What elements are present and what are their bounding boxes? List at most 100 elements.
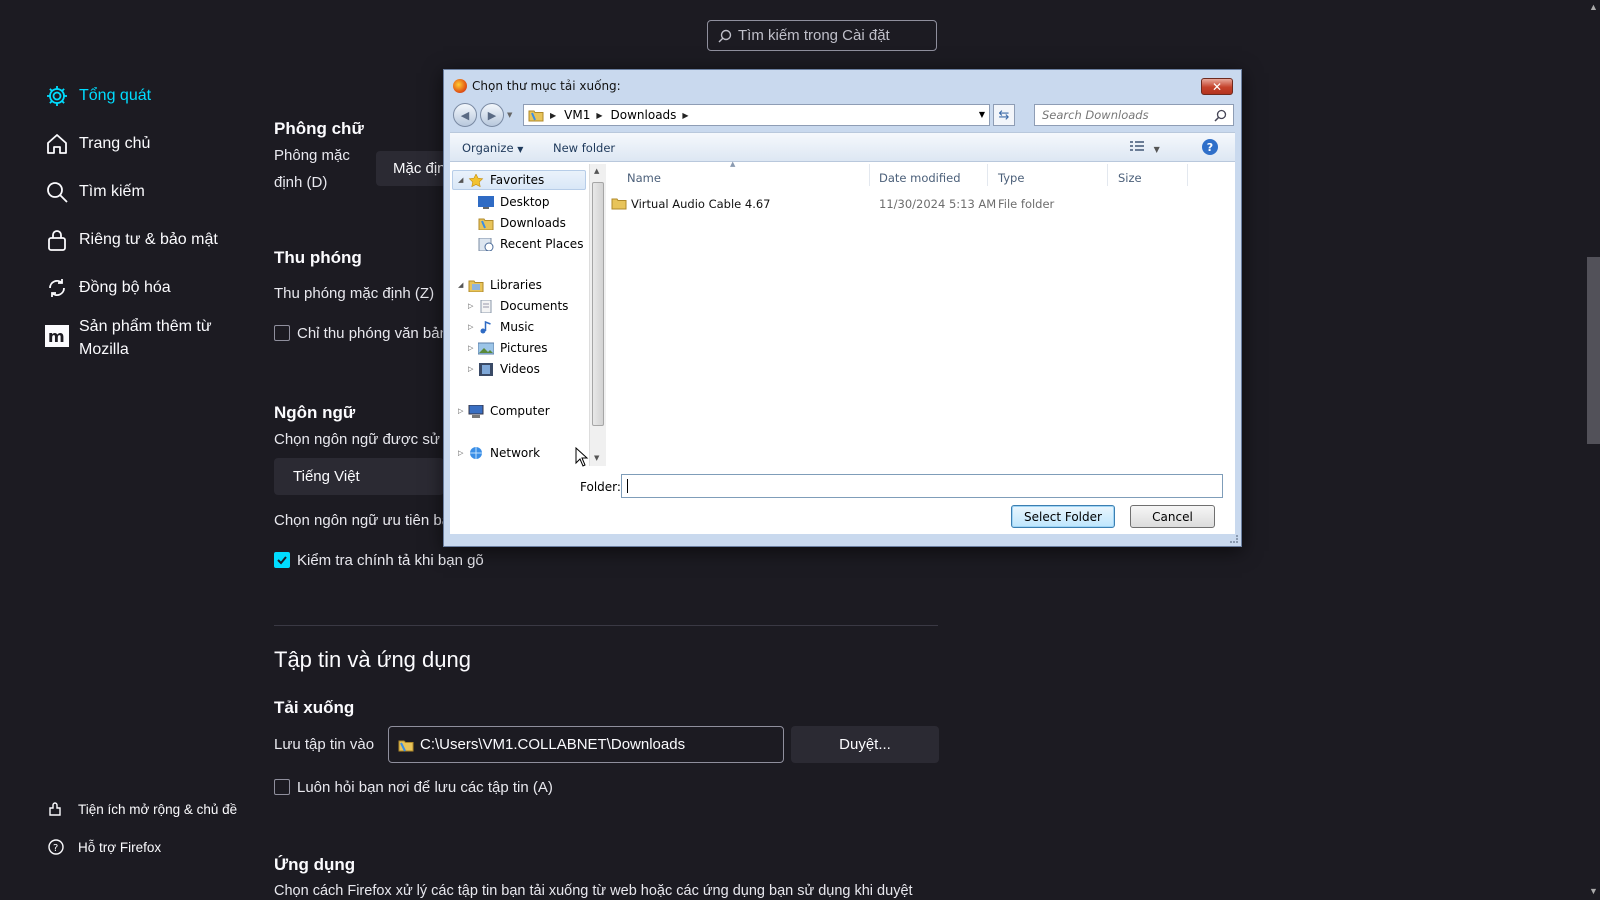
browse-button[interactable]: Duyệt... [791,726,939,763]
chevron-down-icon: ▼ [1153,145,1160,154]
computer-icon [468,404,484,418]
close-icon: ✕ [1211,79,1223,94]
language-select[interactable]: Tiếng Việt [274,458,444,495]
svg-text:?: ? [53,843,58,854]
tree-label-libraries: Libraries [490,278,542,292]
nav-item-privacy[interactable]: Riêng tư & bảo mật [44,227,218,253]
nav-label-privacy: Riêng tư & bảo mật [79,231,218,248]
tree-item-libraries[interactable]: ◢ Libraries [458,276,542,294]
breadcrumb-separator-icon: ▶ [596,110,603,120]
zoom-text-only-label: Chỉ thu phóng văn bản [297,325,448,342]
nav-label-extensions: Tiện ích mở rộng & chủ đề [78,801,238,817]
download-path-value: C:\Users\VM1.COLLABNET\Downloads [420,736,686,753]
dialog-close-button[interactable]: ✕ [1201,78,1233,95]
nav-item-extensions[interactable]: Tiện ích mở rộng & chủ đề [46,799,237,819]
tree-item-network[interactable]: ▷ Network [458,444,540,462]
nav-item-mozilla-products[interactable]: m Sản phẩm thêm từ Mozilla [44,315,212,361]
fonts-heading: Phông chữ [274,119,364,138]
search-icon [718,29,732,42]
new-folder-button[interactable]: New folder [553,141,615,155]
tree-item-recent-places[interactable]: Recent Places [478,235,583,253]
help-icon: ? [1206,140,1214,154]
address-dropdown-icon[interactable]: ▼ [979,110,985,119]
scroll-up-arrow[interactable]: ▲ [1589,2,1598,12]
tree-item-videos[interactable]: ▷ Videos [468,360,540,378]
tree-item-computer[interactable]: ▷ Computer [458,402,550,420]
scroll-up-arrow[interactable]: ▲ [594,167,599,175]
back-button[interactable]: ◀ [453,103,477,127]
row-name: Virtual Audio Cable 4.67 [631,197,771,211]
default-font-value: Mặc địn [393,160,446,177]
videos-icon [479,362,493,376]
svg-text:m: m [48,327,65,346]
collapsed-arrow-icon: ▷ [468,302,474,310]
organize-button[interactable]: Organize ▼ [462,141,523,155]
folder-name-input[interactable] [621,474,1223,498]
tree-item-documents[interactable]: ▷ Documents [468,297,568,315]
tree-item-favorites[interactable]: ◢ Favorites [458,171,544,189]
nav-item-general[interactable]: Tổng quát [44,83,151,109]
mozilla-icon: m [44,323,70,349]
scroll-down-arrow[interactable]: ▼ [594,454,599,462]
default-zoom-label: Thu phóng mặc định (Z) [274,285,435,302]
tree-label-desktop: Desktop [500,195,550,209]
forward-button[interactable]: ▶ [480,103,504,127]
tree-scrollbar[interactable]: ▲ ▼ [589,164,606,466]
nav-item-home[interactable]: Trang chủ [44,131,150,157]
zoom-text-only-checkbox[interactable] [274,325,290,341]
tree-item-music[interactable]: ▷ Music [468,318,534,336]
cancel-button[interactable]: Cancel [1130,505,1215,528]
address-bar[interactable]: ▶ VM1 ▶ Downloads ▶ ▼ [523,104,990,126]
always-ask-checkbox[interactable] [274,779,290,795]
collapsed-arrow-icon: ▷ [458,407,464,415]
column-separator [1107,164,1108,186]
zoom-heading: Thu phóng [274,248,362,267]
tree-item-desktop[interactable]: Desktop [478,193,550,211]
nav-label-general: Tổng quát [79,87,152,104]
forward-arrow-icon: ▶ [487,108,497,122]
always-ask-label: Luôn hỏi bạn nơi để lưu các tập tin (A) [297,779,553,796]
file-list-row[interactable]: Virtual Audio Cable 4.67 11/30/2024 5:13… [607,193,1233,213]
breadcrumb-downloads[interactable]: Downloads [611,108,677,122]
tree-item-pictures[interactable]: ▷ Pictures [468,339,548,357]
select-folder-button[interactable]: Select Folder [1011,505,1115,528]
scroll-down-arrow[interactable]: ▼ [1589,886,1598,896]
nav-item-support[interactable]: ? Hỗ trợ Firefox [46,837,161,857]
refresh-button[interactable]: ⇆ [993,104,1015,126]
expand-arrow-icon: ◢ [458,176,464,184]
tree-item-downloads[interactable]: Downloads [478,214,566,232]
column-type[interactable]: Type [998,171,1024,185]
breadcrumb-vm1[interactable]: VM1 [564,108,590,122]
section-divider [274,625,938,626]
tree-label-favorites: Favorites [490,173,545,187]
spellcheck-checkbox[interactable] [274,552,290,568]
collapsed-arrow-icon: ▷ [458,449,464,457]
back-arrow-icon: ◀ [460,108,470,122]
help-button[interactable]: ? [1202,139,1218,155]
dialog-search-input[interactable]: Search Downloads [1034,104,1234,126]
downloads-folder-icon [478,218,494,230]
column-separator [869,164,870,186]
view-options-button[interactable]: ▼ [1130,140,1160,155]
nav-item-search[interactable]: Tìm kiếm [44,179,145,205]
music-icon [480,320,491,333]
language-preferred-label: Chọn ngôn ngữ ưu tiên bạ [274,512,451,529]
expand-arrow-icon: ◢ [458,281,464,289]
resize-grip[interactable] [1230,535,1238,543]
row-date-modified: 11/30/2024 5:13 AM [879,197,997,211]
network-icon [470,446,482,459]
star-icon [468,173,484,187]
sync-icon [44,275,70,301]
folder-icon [398,740,414,751]
tree-scrollbar-thumb[interactable] [592,182,604,426]
recent-locations-icon[interactable]: ▼ [507,111,512,119]
page-scrollbar-thumb[interactable] [1587,257,1600,444]
column-size[interactable]: Size [1118,171,1142,185]
column-name[interactable]: Name [627,171,661,185]
spellcheck-label: Kiểm tra chính tả khi bạn gõ [297,552,484,569]
folder-label: Folder: [580,480,621,494]
column-date-modified[interactable]: Date modified [879,171,961,185]
settings-search-input[interactable]: Tìm kiếm trong Cài đặt [707,20,937,51]
nav-item-sync[interactable]: Đồng bộ hóa [44,275,171,301]
tree-label-pictures: Pictures [500,341,548,355]
